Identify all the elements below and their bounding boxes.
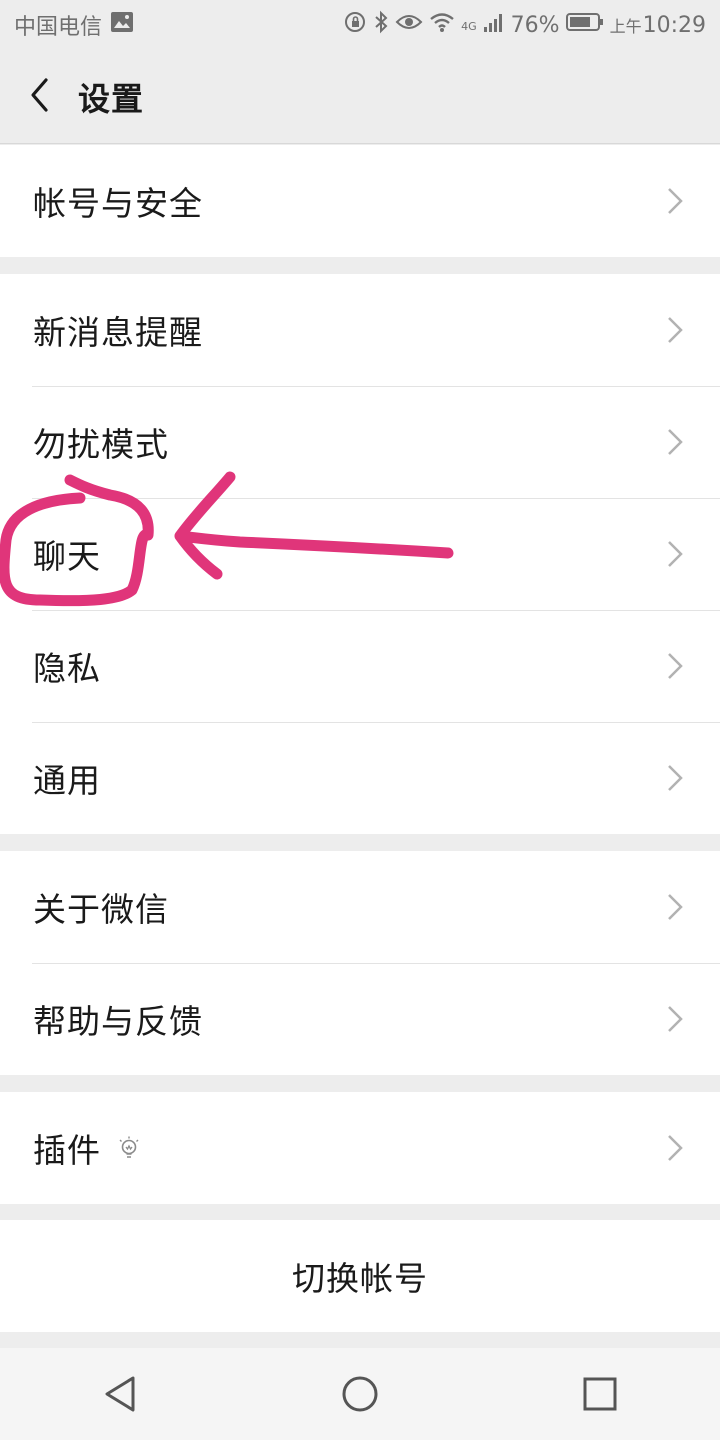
settings-item-label: 关于微信 [33, 890, 169, 929]
chevron-right-icon [668, 653, 683, 679]
settings-item-label: 通用 [33, 761, 101, 800]
nav-back-icon [105, 1376, 135, 1412]
settings-item-label: 帮助与反馈 [33, 1002, 203, 1041]
switch-account-button[interactable]: 切换帐号 [0, 1220, 720, 1332]
switch-account-label: 切换帐号 [292, 1259, 428, 1298]
title-bar: 设置 [0, 50, 720, 144]
settings-item-label: 勿扰模式 [33, 425, 169, 464]
settings-group-main: 新消息提醒 勿扰模式 聊天 隐私 通用 [0, 274, 720, 834]
ampm-label: 上午 [609, 16, 642, 36]
image-icon [110, 11, 134, 39]
back-arrow-icon [28, 77, 50, 117]
settings-item-chat[interactable]: 聊天 [0, 498, 720, 610]
switch-account-group: 切换帐号 [0, 1220, 720, 1332]
settings-item-about-wechat[interactable]: 关于微信 [0, 851, 720, 963]
settings-item-label: 聊天 [33, 537, 101, 576]
wifi-icon [429, 11, 455, 39]
chevron-right-icon [668, 1135, 683, 1161]
settings-group-about: 关于微信 帮助与反馈 [0, 851, 720, 1075]
battery-icon [565, 12, 604, 38]
signal-icon [483, 11, 505, 39]
settings-item-help-feedback[interactable]: 帮助与反馈 [0, 963, 720, 1075]
settings-item-label: 帐号与安全 [33, 184, 203, 223]
settings-item-general[interactable]: 通用 [0, 722, 720, 834]
clock: 上午10:29 [610, 13, 706, 38]
settings-item-do-not-disturb[interactable]: 勿扰模式 [0, 386, 720, 498]
eye-icon [395, 12, 423, 38]
chevron-right-icon [668, 894, 683, 920]
nav-recents-icon [583, 1377, 617, 1411]
chevron-right-icon [668, 765, 683, 791]
page-title: 设置 [78, 79, 145, 118]
carrier-label: 中国电信 [14, 15, 103, 40]
rotation-lock-icon [343, 10, 367, 40]
chevron-right-icon [668, 541, 683, 567]
chevron-right-icon [668, 188, 683, 214]
settings-item-account-security[interactable]: 帐号与安全 [0, 145, 720, 257]
navigation-bar [0, 1348, 720, 1440]
settings-group-account: 帐号与安全 [0, 145, 720, 257]
settings-group-plugins: 插件 [0, 1092, 720, 1204]
settings-item-notifications[interactable]: 新消息提醒 [0, 274, 720, 386]
chevron-right-icon [668, 1006, 683, 1032]
chevron-right-icon [668, 429, 683, 455]
nav-recents-button[interactable] [550, 1348, 650, 1440]
battery-percent: 76% [510, 12, 560, 38]
lightbulb-icon [119, 1136, 139, 1158]
status-bar: 中国电信 4G 76% 上午10:29 [0, 0, 720, 50]
settings-item-plugins[interactable]: 插件 [0, 1092, 720, 1204]
nav-home-icon [342, 1376, 378, 1412]
nav-home-button[interactable] [310, 1348, 410, 1440]
bluetooth-icon [373, 10, 389, 40]
settings-item-label: 新消息提醒 [33, 313, 203, 352]
nav-back-button[interactable] [70, 1348, 170, 1440]
settings-item-label: 插件 [33, 1131, 101, 1170]
settings-item-label: 隐私 [33, 649, 101, 688]
settings-item-privacy[interactable]: 隐私 [0, 610, 720, 722]
back-button[interactable] [0, 50, 78, 144]
network-type-label: 4G [461, 20, 477, 33]
time-label: 10:29 [642, 12, 706, 38]
chevron-right-icon [668, 317, 683, 343]
